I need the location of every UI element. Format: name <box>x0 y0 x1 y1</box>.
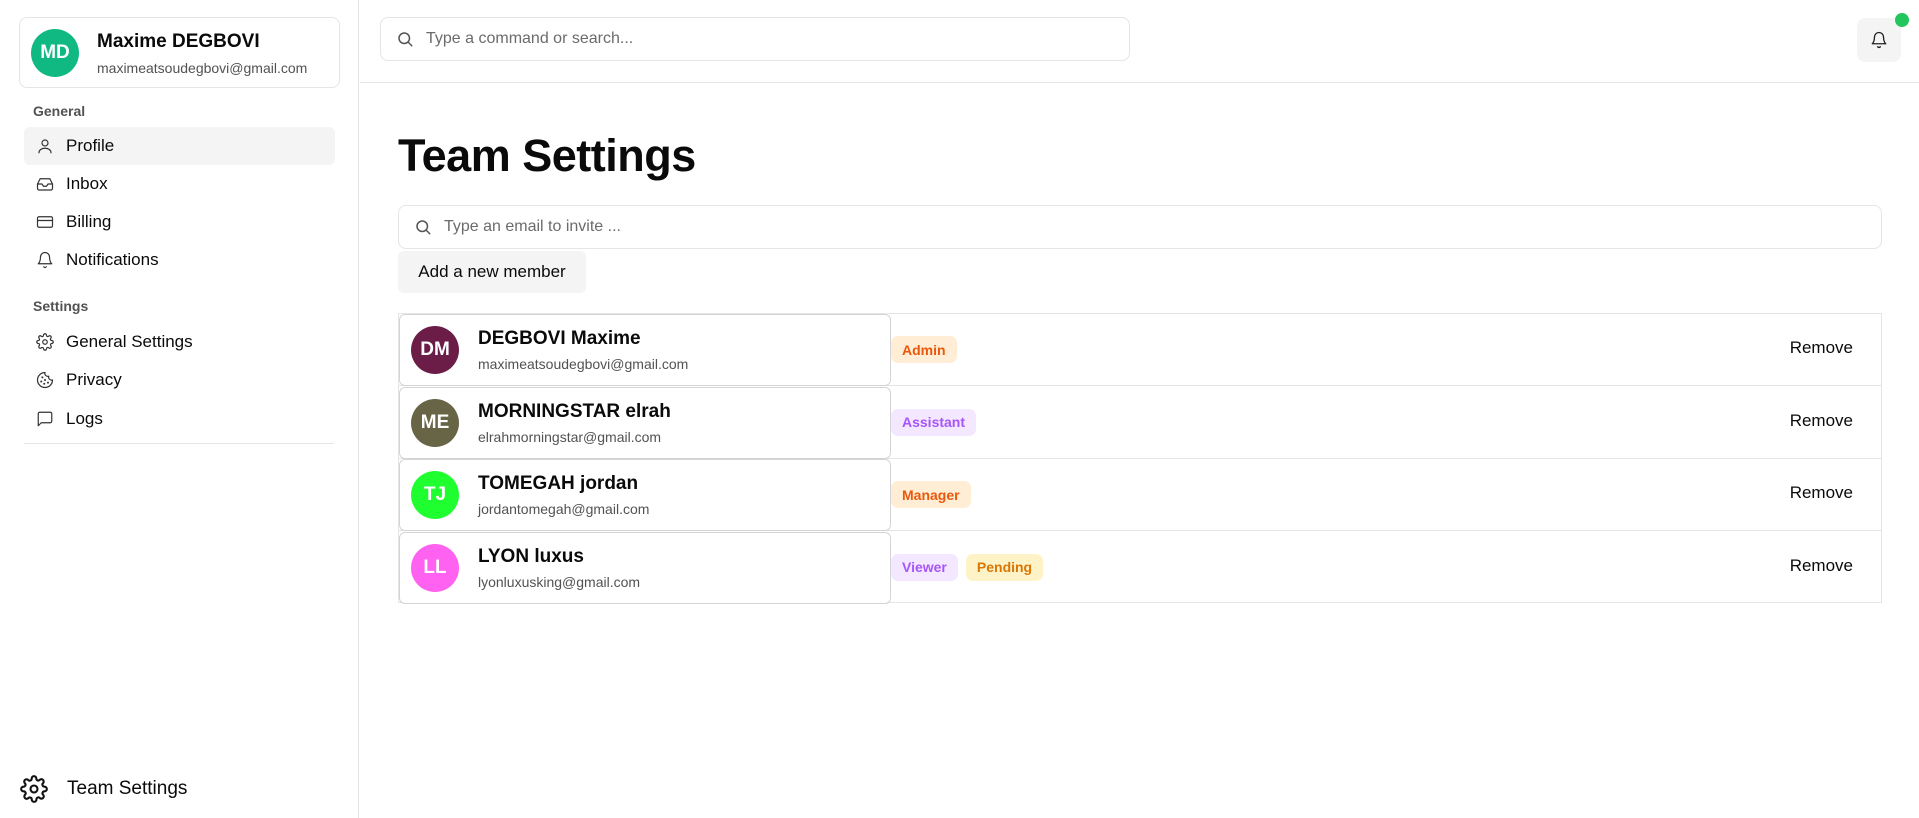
sidebar-item-privacy[interactable]: Privacy <box>24 361 335 399</box>
status-badge: Assistant <box>891 408 977 436</box>
member-name: DEGBOVI Maxime <box>478 328 641 349</box>
nav-divider <box>24 443 334 444</box>
notification-dot <box>1895 13 1909 27</box>
search-icon <box>398 32 413 47</box>
sidebar-footer-label: Team Settings <box>67 778 188 799</box>
member-name: MORNINGSTAR elrah <box>478 400 671 422</box>
member-email: maximeatsoudegbovi@gmail.com <box>478 356 689 372</box>
notifications-button[interactable] <box>1857 18 1901 62</box>
member-info: MORNINGSTAR elrah elrahmorningstar@gmail.… <box>478 401 671 445</box>
sidebar-item-label: Privacy <box>66 370 122 389</box>
member-email: elrahmorningstar@gmail.com <box>478 428 662 445</box>
remove-member-button[interactable]: Remove <box>1790 411 1853 431</box>
member-email: jordantomegah@gmail.com <box>478 501 650 517</box>
sidebar-item-notifications[interactable]: Notifications <box>24 241 335 279</box>
invite-search[interactable] <box>398 205 1882 249</box>
remove-member-button[interactable]: Remove <box>1790 556 1853 576</box>
sidebar-item-profile[interactable]: Profile <box>24 127 335 165</box>
member-card[interactable]: TJ TOMEGAH jordan jordantomegah@gmail.com <box>399 459 891 531</box>
search-icon <box>416 220 431 235</box>
command-search-input[interactable] <box>426 30 1086 48</box>
avatar: DM <box>411 326 459 374</box>
status-badge: Admin <box>891 336 957 363</box>
bell-icon <box>1871 31 1887 49</box>
members-table: DM DEGBOVI Maxime maximeatsoudegbovi@gmail… <box>398 313 1882 604</box>
avatar: MD <box>31 28 79 77</box>
sidebar-item-label: Logs <box>66 409 103 428</box>
status-badge: Viewer <box>891 553 958 581</box>
sidebar-item-inbox[interactable]: Inbox <box>24 165 335 203</box>
add-member-button[interactable]: Add a new member <box>398 251 586 293</box>
member-row: TJ TOMEGAH jordan jordantomegah@gmail.com M… <box>399 459 1881 531</box>
cookie-icon <box>36 371 54 389</box>
sidebar-item-billing[interactable]: Billing <box>24 203 335 241</box>
member-name: TOMEGAH jordan <box>478 473 639 494</box>
avatar: LL <box>411 543 459 592</box>
remove-member-button[interactable]: Remove <box>1790 338 1853 358</box>
role-badges: Manager <box>891 481 979 508</box>
command-search[interactable] <box>380 17 1130 61</box>
nav-group-general-label: General <box>33 103 86 119</box>
member-info: TOMEGAH jordan jordantomegah@gmail.com <box>478 473 649 517</box>
page-title: Team Settings <box>398 130 696 181</box>
user-info: Maxime DEGBOVI maximeatsoudegbovi@gmail.… <box>97 30 307 76</box>
sidebar-item-label: Inbox <box>66 174 108 193</box>
member-info: DEGBOVI Maxime maximeatsoudegbovi@gmail.c… <box>478 328 688 372</box>
member-card[interactable]: LL LYON luxus lyonluxusking@gmail.com <box>399 531 891 604</box>
inbox-icon <box>36 178 54 191</box>
member-row: LL LYON luxus lyonluxusking@gmail.com Viewe… <box>399 531 1881 604</box>
message-icon <box>37 411 53 427</box>
invite-email-input[interactable] <box>444 218 1765 236</box>
role-badges: Assistant <box>891 408 984 436</box>
nav-group-settings-label: Settings <box>33 298 89 314</box>
gear-icon <box>20 775 48 803</box>
sidebar-item-label: Billing <box>66 212 112 231</box>
bell-icon <box>37 251 53 269</box>
credit-card-icon <box>36 216 54 228</box>
role-badges: Admin <box>891 336 965 363</box>
sidebar-item-general-settings[interactable]: General Settings <box>24 323 335 361</box>
user-icon <box>38 139 52 154</box>
gear-icon <box>36 333 54 351</box>
member-row: ME MORNINGSTAR elrah elrahmorningstar@gmai… <box>399 386 1881 459</box>
sidebar-item-logs[interactable]: Logs <box>24 400 335 438</box>
sidebar: MD Maxime DEGBOVI maximeatsoudegbovi@gma… <box>0 0 359 818</box>
avatar: ME <box>411 398 459 447</box>
member-email: lyonluxusking@gmail.com <box>478 573 641 590</box>
sidebar-footer-team-settings[interactable]: Team Settings <box>20 775 187 803</box>
remove-member-button[interactable]: Remove <box>1790 483 1853 503</box>
status-badge: Manager <box>891 481 971 508</box>
member-card[interactable]: DM DEGBOVI Maxime maximeatsoudegbovi@gmail… <box>399 314 891 386</box>
user-name: Maxime DEGBOVI <box>97 30 260 52</box>
status-badge: Pending <box>965 553 1044 581</box>
member-name: LYON luxus <box>478 545 584 567</box>
user-email: maximeatsoudegbovi@gmail.com <box>97 59 308 76</box>
member-row: DM DEGBOVI Maxime maximeatsoudegbovi@gmail… <box>399 314 1881 386</box>
member-info: LYON luxus lyonluxusking@gmail.com <box>478 546 640 590</box>
role-badges: Viewer Pending <box>891 553 1051 581</box>
user-card[interactable]: MD Maxime DEGBOVI maximeatsoudegbovi@gma… <box>19 17 340 88</box>
sidebar-item-label: Profile <box>66 136 115 155</box>
sidebar-item-label: Notifications <box>66 250 159 269</box>
avatar: TJ <box>411 471 459 519</box>
sidebar-item-label: General Settings <box>66 332 193 351</box>
member-card[interactable]: ME MORNINGSTAR elrah elrahmorningstar@gmai… <box>399 386 891 459</box>
topbar <box>360 0 1919 83</box>
